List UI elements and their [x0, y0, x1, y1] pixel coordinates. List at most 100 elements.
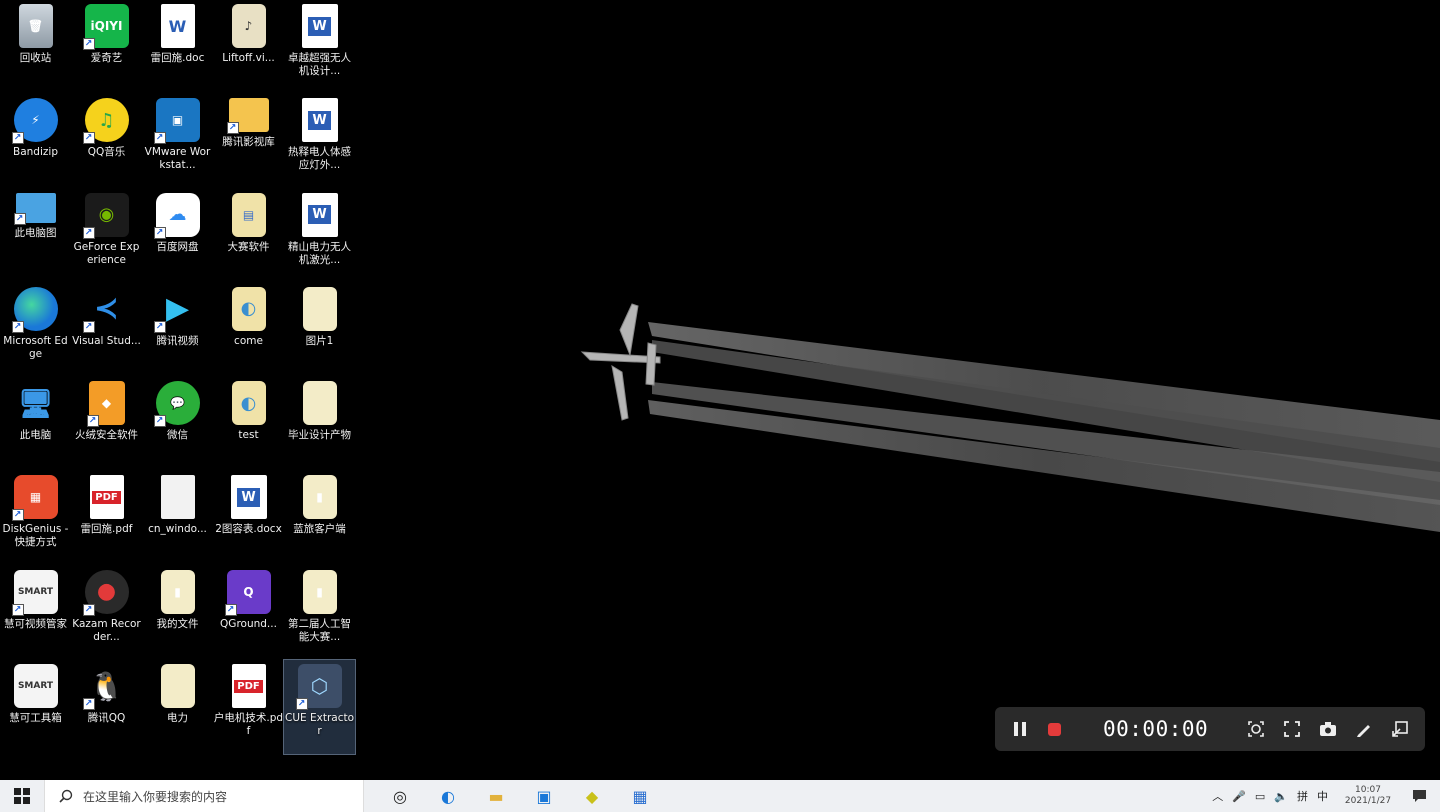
word-doc-icon: W [230, 475, 267, 520]
desktop-icon-folder[interactable]: 电力 [142, 660, 213, 754]
word-doc-icon: W [301, 4, 338, 48]
desktop-icon-this-pc[interactable]: 🖥 此电脑 [0, 377, 71, 471]
microphone-icon[interactable]: 🎤 [1232, 790, 1246, 803]
taskbar-app-task-view[interactable]: ◎ [380, 780, 420, 812]
come-file-icon: ◐ [231, 286, 266, 331]
desktop-icon-label: 腾讯影视库 [222, 136, 275, 149]
desktop-icon-kazam[interactable]: ● ↗ Kazam Recorder... [71, 566, 142, 660]
folder-icon [160, 664, 195, 709]
fullscreen-button[interactable] [1281, 718, 1303, 740]
desktop-icon-pdf-file[interactable]: PDF 户电机技术.pdf [213, 660, 284, 754]
iqiyi-icon: iQIYI ↗ [82, 4, 129, 50]
taskbar-app-app-blue[interactable]: ▦ [620, 780, 660, 812]
pause-button[interactable] [1009, 718, 1031, 740]
network-icon[interactable]: ▭ [1255, 790, 1265, 803]
taskbar-app-store[interactable]: ▣ [524, 780, 564, 812]
desktop-icon-label: 爱奇艺 [90, 52, 123, 64]
desktop-icon-this-pc-image[interactable]: ↗ 此电脑图 [0, 189, 71, 283]
ime-mode-1[interactable]: 拼 [1297, 788, 1308, 804]
desktop-icon-qq[interactable]: 🐧 ↗ 腾讯QQ [71, 660, 142, 754]
smart-app-glyph: SMART [17, 586, 54, 597]
recorder-tools [1245, 718, 1411, 740]
desktop-icon-folder[interactable]: ▮ 我的文件 [142, 566, 213, 660]
huorong-glyph: ◆ [101, 396, 112, 411]
pen-icon [1357, 725, 1370, 737]
desktop-icon-pdf-file[interactable]: PDF 雷回施.pdf [71, 471, 142, 565]
desktop-icon-label: 我的文件 [156, 617, 199, 630]
desktop-icon-label: come [234, 334, 263, 347]
desktop-icon-label: CUE Extractor [284, 712, 355, 738]
show-hidden-icons-chevron-icon[interactable]: ︿ [1212, 788, 1223, 804]
desktop-icon-vmware[interactable]: ▣ ↗ VMware Workstat... [142, 94, 213, 188]
taskbar-app-app-yellow[interactable]: ◆ [572, 780, 612, 812]
desktop-icon-folder[interactable]: ▮ 蓝旅客户端 [284, 471, 355, 565]
word-doc-glyph: W [237, 487, 260, 507]
desktop-icon-wechat[interactable]: 💬 ↗ 微信 [142, 377, 213, 471]
desktop-icon-word-doc[interactable]: W 热释电人体感应灯外... [284, 94, 355, 188]
desktop-icon-folder[interactable]: ▮ 第二届人工智能大赛... [284, 566, 355, 660]
desktop-icon-word-doc[interactable]: W 2图容表.docx [213, 471, 284, 565]
taskbar-search-box[interactable]: 在这里输入你要搜索的内容 [44, 780, 364, 812]
desktop-icon-vscode[interactable]: ≺ ↗ Visual Stud... [71, 283, 142, 377]
taskbar-clock[interactable]: 10:07 2021/1/27 [1337, 785, 1399, 807]
action-center-button[interactable] [1408, 785, 1430, 807]
minimize-icon [1392, 721, 1408, 737]
desktop-icon-word-doc[interactable]: W 卓越超强无人机设计... [284, 0, 355, 94]
desktop-icon-doc-file[interactable]: W 雷回施.doc [142, 0, 213, 94]
minimize-recorder-button[interactable] [1389, 718, 1411, 740]
desktop-icon-cue-extractor[interactable]: ⬡ ↗ CUE Extractor [283, 659, 356, 756]
desktop-icon-baidu-netdisk[interactable]: ☁ ↗ 百度网盘 [142, 189, 213, 283]
desktop-icon-label: 此电脑 [19, 429, 52, 442]
test-file-icon: ◐ [231, 381, 266, 426]
screenshot-button[interactable] [1317, 718, 1339, 740]
desktop-icon-iqiyi[interactable]: iQIYI ↗ 爱奇艺 [71, 0, 142, 94]
desktop-icon-label: 百度网盘 [156, 240, 199, 253]
huorong-icon: ◆ ↗ [86, 381, 125, 428]
desktop-icon-folder[interactable]: 图片1 [284, 283, 355, 377]
desktop-icon-edge[interactable]: ↗ Microsoft Edge [0, 283, 71, 377]
pdf-file-glyph: PDF [234, 679, 263, 693]
focus-button[interactable] [1245, 718, 1267, 740]
desktop-icon-test-file[interactable]: ◐ test [213, 377, 284, 471]
desktop-icon-video-file[interactable]: ♪ Liftoff.vi... [213, 0, 284, 94]
taskbar-app-file-explorer[interactable]: ▬ [476, 780, 516, 812]
desktop-icon-bandizip[interactable]: ⚡ ↗ Bandizip [0, 94, 71, 188]
desktop-icon-qq-music[interactable]: ♫ ↗ QQ音乐 [71, 94, 142, 188]
geforce-icon: ◉ ↗ [82, 192, 129, 239]
desktop-icon-huorong[interactable]: ◆ ↗ 火绒安全软件 [71, 377, 142, 471]
folder-bigfile-icon: ▤ [231, 192, 266, 237]
desktop-icon-smart-app[interactable]: SMART ↗ 慧可视频管家 [0, 566, 71, 660]
shortcut-arrow-icon: ↗ [11, 320, 24, 333]
desktop-icon-label: 腾讯视频 [156, 334, 199, 347]
desktop-icon-smart-app[interactable]: SMART 慧可工具箱 [0, 660, 71, 754]
start-button[interactable] [0, 780, 44, 812]
taskbar: 在这里输入你要搜索的内容 ◎ ◐ ▬ ▣ ◆ ▦ ︿ 🎤 ▭ 🔈 拼 中 10:07 20… [0, 780, 1440, 812]
cue-extractor-glyph: ⬡ [310, 674, 329, 699]
desktop-icon-recycle-bin[interactable]: 🗑 回收站 [0, 0, 71, 94]
desktop-icon-geforce[interactable]: ◉ ↗ GeForce Experience [71, 189, 142, 283]
desktop-icon-tencent-video[interactable]: ▶ ↗ 腾讯视频 [142, 283, 213, 377]
desktop-icon-folder-bigfile[interactable]: ▤ 大赛软件 [213, 189, 284, 283]
stop-button[interactable] [1043, 718, 1065, 740]
volume-icon[interactable]: 🔈 [1274, 790, 1288, 803]
desktop-icon-folder[interactable]: ↗ 腾讯影视库 [213, 94, 284, 188]
vscode-glyph: ≺ [93, 291, 120, 327]
ime-mode-2[interactable]: 中 [1317, 788, 1328, 804]
shortcut-arrow-icon: ↗ [153, 132, 166, 145]
desktop-icon-blank-file[interactable]: cn_windo... [142, 471, 213, 565]
desktop-icon-label: 蓝旅客户端 [293, 523, 346, 536]
desktop-icon-folder[interactable]: 毕业设计产物 [284, 377, 355, 471]
desktop-icon-qgroundcontrol[interactable]: Q ↗ QGround... [213, 566, 284, 660]
desktop-icon-label: Kazam Recorder... [72, 617, 141, 643]
taskbar-app-edge[interactable]: ◐ [428, 780, 468, 812]
qq-music-icon: ♫ ↗ [82, 98, 129, 145]
desktop-icon-diskgenius[interactable]: ▦ ↗ DiskGenius - 快捷方式 [0, 471, 71, 565]
desktop-icon-come-file[interactable]: ◐ come [213, 283, 284, 377]
shortcut-arrow-icon: ↗ [11, 509, 24, 522]
desktop-icon-word-doc[interactable]: W 精山电力无人机激光... [284, 189, 355, 283]
folder-icon: ▮ [302, 475, 337, 520]
folder-icon [302, 286, 337, 331]
tencent-video-icon: ▶ ↗ [153, 287, 200, 333]
draw-button[interactable] [1353, 718, 1375, 740]
desktop-icon-label: 大赛软件 [227, 240, 270, 253]
